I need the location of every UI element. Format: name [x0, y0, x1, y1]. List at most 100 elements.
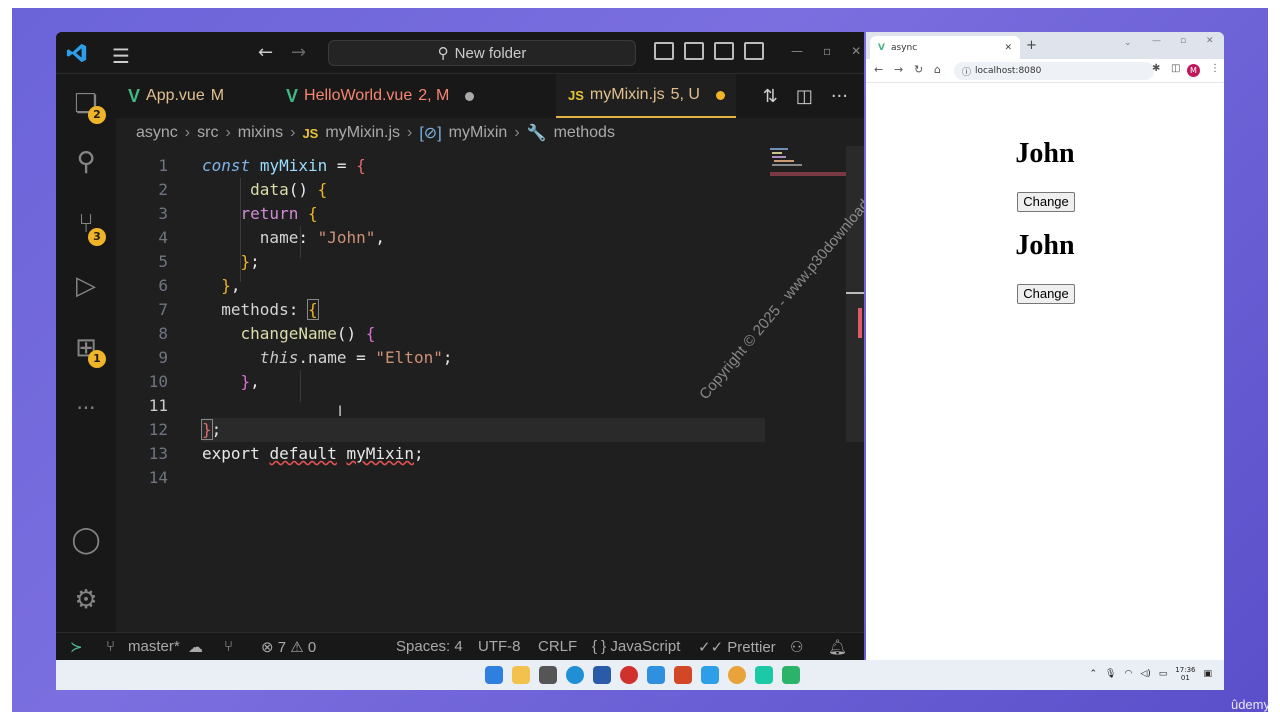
- minimize-icon[interactable]: —: [1152, 36, 1161, 46]
- clock-date[interactable]: 01: [1181, 674, 1190, 682]
- tab-search-icon[interactable]: ⌄: [1124, 38, 1132, 48]
- app-icon[interactable]: [755, 666, 773, 684]
- browser-tab[interactable]: V async ✕: [870, 36, 1020, 59]
- code-editor[interactable]: 1 const myMixin = { 2 data() { 3 return …: [116, 146, 864, 632]
- language-mode[interactable]: { } JavaScript: [592, 638, 680, 655]
- maximize-icon[interactable]: ▫: [1180, 36, 1186, 46]
- home-icon[interactable]: ⌂: [934, 63, 941, 76]
- forward-arrow-icon[interactable]: →: [894, 63, 903, 76]
- browser-tab-title: async: [890, 42, 918, 53]
- chrome-icon[interactable]: [728, 666, 746, 684]
- extensions-puzzle-icon[interactable]: ✱: [1152, 63, 1160, 74]
- code-line: 7 methods: {: [116, 298, 766, 322]
- token: .name: [298, 348, 347, 367]
- close-icon[interactable]: ✕: [1206, 36, 1214, 46]
- line-ending[interactable]: CRLF: [538, 638, 577, 655]
- live-share-icon[interactable]: ⚇: [790, 638, 803, 656]
- back-arrow-icon[interactable]: ←: [874, 63, 883, 76]
- notification-icon[interactable]: ▣: [1203, 669, 1212, 679]
- vue-file-icon: V: [128, 85, 141, 106]
- breadcrumb-item[interactable]: myMixin: [449, 124, 508, 142]
- unsaved-dot-icon[interactable]: [715, 90, 725, 100]
- close-icon[interactable]: ✕: [851, 44, 861, 58]
- reload-icon[interactable]: ↻: [914, 63, 923, 76]
- new-tab-icon[interactable]: +: [1026, 38, 1037, 53]
- start-windows-icon[interactable]: [485, 666, 503, 684]
- change-button[interactable]: Change: [1017, 284, 1075, 304]
- app-icon[interactable]: [539, 666, 557, 684]
- indentation[interactable]: Spaces: 4: [396, 638, 463, 655]
- sync-icon[interactable]: ☁: [188, 638, 203, 656]
- unsaved-dot-icon[interactable]: [465, 91, 475, 101]
- powerpoint-icon[interactable]: [674, 666, 692, 684]
- minimap[interactable]: [768, 146, 846, 186]
- breadcrumb-item[interactable]: myMixin.js: [325, 124, 400, 142]
- chevron-right-icon: ›: [290, 124, 296, 141]
- command-center-search[interactable]: ⚲ New folder: [328, 40, 636, 66]
- back-arrow-icon[interactable]: ←: [258, 42, 273, 63]
- opera-icon[interactable]: [620, 666, 638, 684]
- prettier-status[interactable]: ✓✓ Prettier: [698, 638, 776, 656]
- tab-mymixin-js[interactable]: JS myMixin.js 5, U: [556, 74, 736, 118]
- edge-icon[interactable]: [566, 666, 584, 684]
- token: }: [240, 252, 251, 271]
- git-graph-icon[interactable]: ⑂: [224, 638, 233, 655]
- breadcrumb-item[interactable]: mixins: [238, 124, 283, 142]
- change-button[interactable]: Change: [1017, 192, 1075, 212]
- encoding[interactable]: UTF-8: [478, 638, 521, 655]
- branch-name[interactable]: master*: [128, 638, 180, 655]
- notifications-bell-icon[interactable]: 🔔︎: [828, 638, 847, 656]
- search-icon[interactable]: ⚲: [70, 146, 102, 178]
- token: {: [365, 324, 376, 343]
- run-debug-icon[interactable]: ▷: [70, 270, 102, 302]
- volume-icon[interactable]: ◁): [1140, 669, 1150, 679]
- toggle-sidebar-icon[interactable]: [654, 42, 674, 60]
- line-number: 9: [158, 348, 168, 367]
- close-tab-icon[interactable]: ✕: [1004, 43, 1012, 53]
- code-line: 5 };: [116, 250, 766, 274]
- token: "Elton": [375, 348, 443, 367]
- address-bar[interactable]: ⓘ localhost:8080: [954, 62, 1154, 80]
- microphone-icon[interactable]: 🎙︎: [1105, 669, 1116, 679]
- more-actions-icon[interactable]: ···: [831, 86, 848, 107]
- problems-count[interactable]: ⊗ 7 ⚠ 0: [261, 638, 316, 656]
- more-icon[interactable]: ···: [70, 392, 102, 424]
- wifi-icon[interactable]: ◠: [1124, 669, 1132, 679]
- minimize-icon[interactable]: —: [791, 44, 803, 58]
- chevron-up-icon[interactable]: ⌃: [1090, 669, 1098, 679]
- account-icon[interactable]: ◯: [70, 524, 102, 556]
- tab-helloworld-vue[interactable]: V HelloWorld.vue 2, M: [286, 74, 556, 118]
- toggle-secondary-sidebar-icon[interactable]: [714, 42, 734, 60]
- compare-changes-icon[interactable]: ⇅: [763, 86, 778, 107]
- settings-gear-icon[interactable]: ⚙: [70, 584, 102, 616]
- vscode-logo-icon: [66, 43, 87, 63]
- tab-label: myMixin.js: [589, 86, 665, 103]
- skype-icon[interactable]: [647, 666, 665, 684]
- token: this: [259, 348, 299, 367]
- maximize-icon[interactable]: ▫: [823, 44, 831, 58]
- split-editor-icon[interactable]: ◫: [796, 86, 813, 107]
- breadcrumb-item[interactable]: src: [197, 124, 218, 142]
- code-line: 13 export default myMixin;: [116, 442, 766, 466]
- app-icon[interactable]: [782, 666, 800, 684]
- store-icon[interactable]: [593, 666, 611, 684]
- clock-time[interactable]: 17:36: [1175, 666, 1195, 674]
- forward-arrow-icon[interactable]: →: [291, 42, 306, 63]
- udemy-logo: ûdemy: [1230, 697, 1270, 712]
- editor-scrollbar[interactable]: [846, 146, 864, 442]
- breadcrumb-item[interactable]: async: [136, 124, 178, 142]
- remote-icon[interactable]: ≻: [70, 638, 83, 656]
- file-explorer-icon[interactable]: [512, 666, 530, 684]
- tab-app-vue[interactable]: V App.vue M: [128, 74, 278, 118]
- customize-layout-icon[interactable]: [744, 42, 764, 60]
- breadcrumb-item[interactable]: methods: [554, 124, 615, 142]
- kebab-menu-icon[interactable]: ⋮: [1210, 63, 1220, 74]
- vscode-taskbar-icon[interactable]: [701, 666, 719, 684]
- side-panel-icon[interactable]: ◫: [1171, 63, 1180, 74]
- toggle-panel-icon[interactable]: [684, 42, 704, 60]
- token: {: [307, 204, 318, 223]
- line-number: 8: [158, 324, 168, 343]
- menu-icon[interactable]: ☰: [112, 44, 130, 68]
- battery-icon[interactable]: ▭: [1159, 669, 1168, 679]
- profile-avatar[interactable]: M: [1187, 64, 1200, 77]
